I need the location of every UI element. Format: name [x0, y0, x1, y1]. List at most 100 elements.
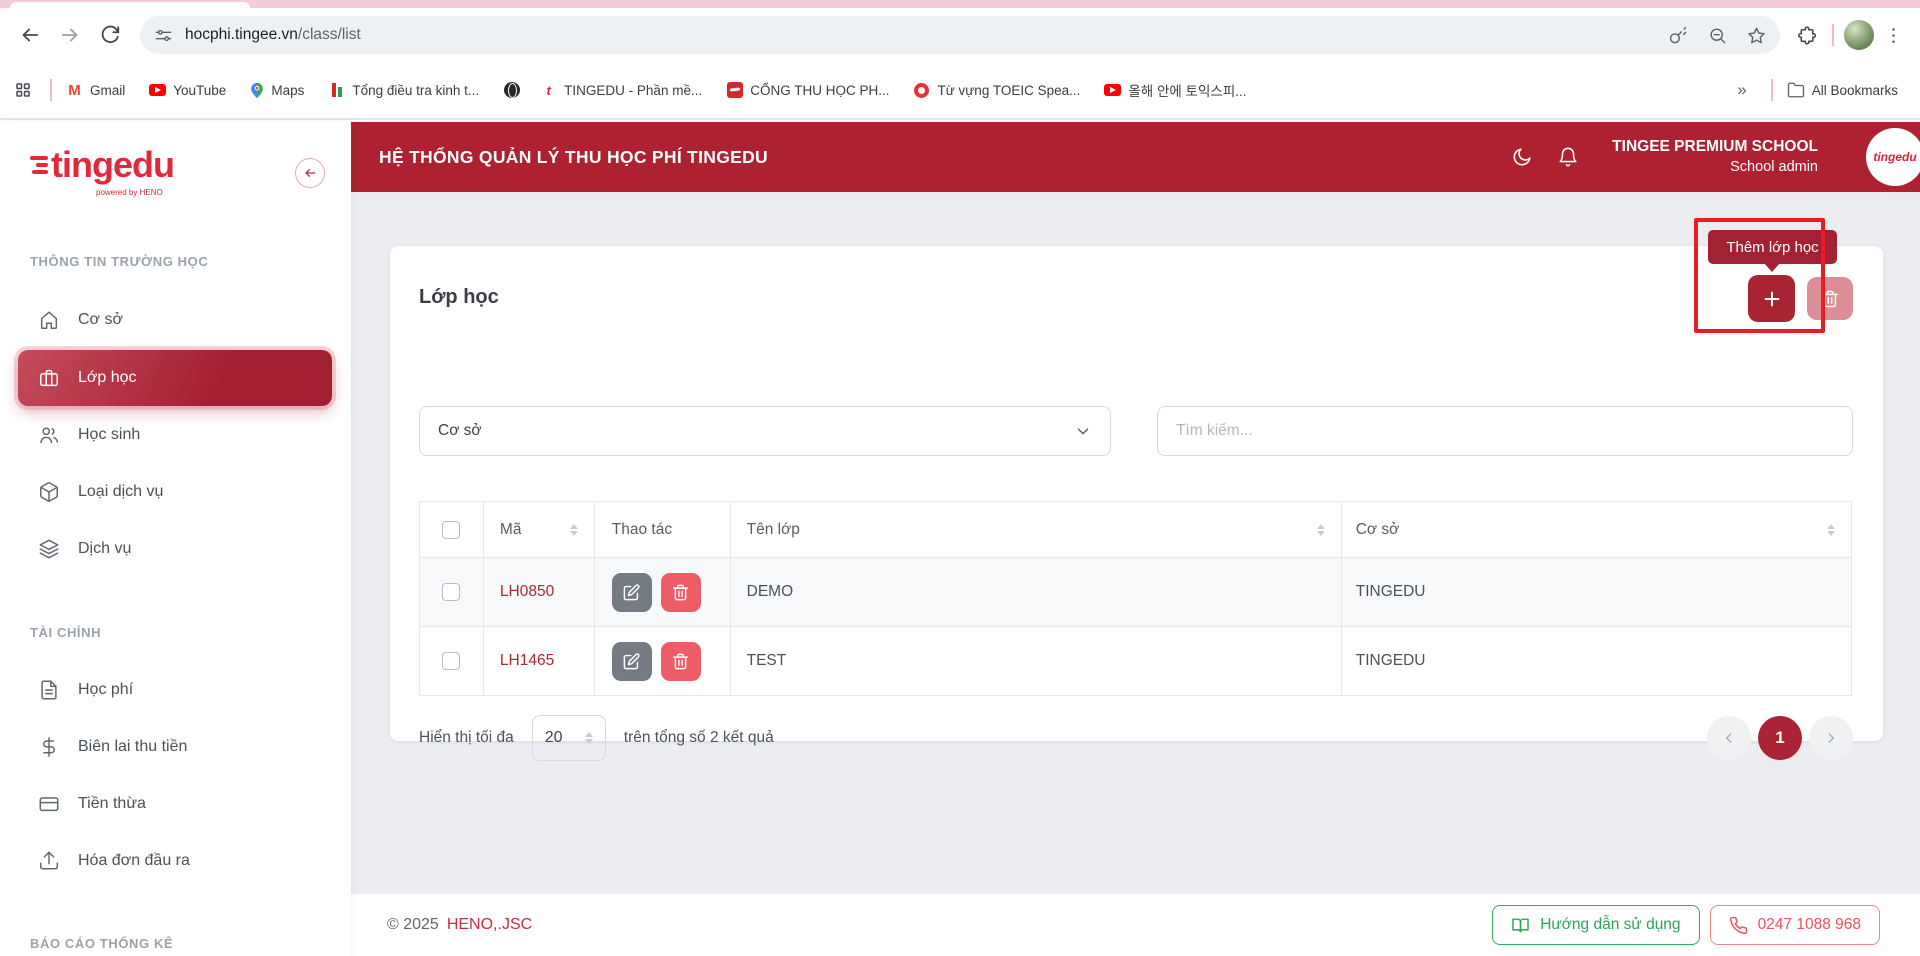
header-code[interactable]: Mã	[484, 502, 595, 557]
sidebar-item-loai-dich-vu[interactable]: Loại dịch vụ	[18, 466, 332, 518]
active-tab[interactable]	[10, 2, 250, 8]
sidebar-logo-row: tingedu powered by HENO	[0, 122, 351, 217]
url-bar[interactable]: hocphi.tingee.vn/class/list	[140, 16, 1780, 54]
school-name: TINGEE PREMIUM SCHOOL	[1612, 137, 1818, 158]
bookmark-maps[interactable]: Maps	[250, 82, 304, 99]
bookmark-cong-thu[interactable]: CỔNG THU HỌC PH...	[726, 82, 889, 99]
all-bookmarks-button[interactable]: All Bookmarks	[1787, 81, 1898, 99]
bookmark-globe[interactable]	[503, 82, 520, 99]
header-branch[interactable]: Cơ sở	[1342, 502, 1851, 557]
user-guide-button[interactable]: Hướng dẫn sử dụng	[1492, 905, 1699, 945]
bookmark-label: Tổng điều tra kinh t...	[352, 83, 479, 98]
password-key-icon[interactable]	[1669, 26, 1688, 45]
profile-button[interactable]	[1842, 18, 1876, 52]
extensions-button[interactable]	[1790, 18, 1824, 52]
edit-button[interactable]	[612, 573, 652, 612]
dark-mode-button[interactable]	[1504, 139, 1540, 175]
bookmarks-overflow-button[interactable]: »	[1737, 80, 1746, 100]
section-label-reports: BÁO CÁO THỐNG KÊ	[30, 936, 173, 951]
reload-icon	[99, 24, 121, 46]
bookmark-korean[interactable]: 올해 안에 토익스피...	[1104, 80, 1246, 100]
branch-select-value: Cơ sở	[438, 422, 482, 440]
logo-text: tingedu	[51, 144, 174, 186]
branch-select[interactable]: Cơ sở	[419, 406, 1111, 456]
site-settings-icon[interactable]	[154, 26, 173, 45]
sidebar-item-label: Loại dịch vụ	[78, 483, 163, 501]
bookmark-star-icon[interactable]	[1747, 26, 1766, 45]
bookmark-youtube[interactable]: YouTube	[149, 82, 226, 99]
class-name-cell: TEST	[731, 627, 1342, 695]
copyright-text: © 2025	[387, 916, 439, 934]
sidebar-item-hoc-phi[interactable]: Học phí	[18, 664, 332, 716]
back-button[interactable]	[10, 15, 50, 55]
header-label: Cơ sở	[1356, 521, 1400, 539]
table-header-row: Mã Thao tác Tên lớp Cơ sở	[420, 502, 1851, 558]
forward-button[interactable]	[50, 15, 90, 55]
sidebar-collapse-button[interactable]	[295, 158, 325, 188]
header-label: Tên lớp	[747, 521, 800, 539]
bookmark-gmail[interactable]: M Gmail	[66, 82, 125, 99]
select-all-checkbox[interactable]	[442, 521, 460, 539]
sidebar-item-lop-hoc[interactable]: Lớp học	[18, 350, 332, 406]
row-checkbox[interactable]	[442, 583, 460, 601]
chevron-left-icon	[1721, 730, 1737, 746]
browser-menu-button[interactable]	[1876, 18, 1910, 52]
bell-icon	[1557, 146, 1579, 168]
zoom-out-icon[interactable]	[1708, 26, 1727, 45]
user-guide-label: Hướng dẫn sử dụng	[1540, 916, 1680, 934]
puzzle-icon	[1797, 25, 1818, 46]
sidebar-item-co-so[interactable]: Cơ sở	[18, 294, 332, 346]
class-code-link[interactable]: LH1465	[500, 652, 554, 670]
pagination-row: Hiển thị tối đa 20 trên tổng số 2 kết qu…	[419, 715, 1853, 761]
school-avatar[interactable]: tingedu	[1866, 128, 1920, 186]
row-checkbox[interactable]	[442, 652, 460, 670]
sidebar-item-bien-lai[interactable]: Biên lai thu tiền	[18, 721, 332, 773]
header-class-name[interactable]: Tên lớp	[731, 502, 1342, 557]
sidebar-item-dich-vu[interactable]: Dịch vụ	[18, 523, 332, 575]
sidebar-item-tien-thua[interactable]: Tiền thừa	[18, 778, 332, 830]
search-input[interactable]	[1157, 406, 1853, 456]
annotation-rectangle	[1694, 218, 1825, 333]
app-header: HỆ THỐNG QUẢN LÝ THU HỌC PHÍ TINGEDU TIN…	[351, 122, 1920, 192]
bookmark-toeic[interactable]: Từ vựng TOEIC Spea...	[913, 82, 1080, 99]
file-text-icon	[38, 679, 60, 701]
bookmark-label: Maps	[271, 83, 304, 98]
apps-button[interactable]	[14, 81, 32, 99]
delete-button[interactable]	[661, 642, 701, 681]
school-avatar-text: tingedu	[1873, 150, 1916, 164]
hotline-button[interactable]: 0247 1088 968	[1710, 905, 1880, 945]
arrow-left-icon	[302, 165, 318, 181]
main-content: Lớp học Cơ sở Mã Thao tác	[351, 192, 1920, 894]
page-size-selector[interactable]: 20	[532, 715, 606, 761]
company-link[interactable]: HENO,.JSC	[447, 916, 532, 934]
page-1-button[interactable]: 1	[1758, 716, 1802, 760]
moon-icon	[1511, 146, 1533, 168]
app-footer: © 2025 HENO,.JSC Hướng dẫn sử dụng 0247 …	[351, 894, 1920, 956]
sidebar-item-hoc-sinh[interactable]: Học sinh	[18, 409, 332, 461]
tingedu-logo[interactable]: tingedu	[30, 144, 174, 186]
bookmark-tingedu[interactable]: t TINGEDU - Phần mề...	[540, 82, 702, 99]
package-icon	[38, 481, 60, 503]
page-title: Lớp học	[419, 286, 499, 309]
tingee-square-icon	[726, 82, 743, 99]
edit-button[interactable]	[612, 642, 652, 681]
sidebar-item-label: Biên lai thu tiền	[78, 738, 187, 756]
sidebar-item-hoa-don[interactable]: Hóa đơn đầu ra	[18, 835, 332, 887]
reload-button[interactable]	[90, 15, 130, 55]
header-actions: Thao tác	[595, 502, 731, 557]
next-page-button[interactable]	[1809, 716, 1853, 760]
bookmark-label: 올해 안에 토익스피...	[1128, 80, 1246, 100]
account-info[interactable]: TINGEE PREMIUM SCHOOL School admin	[1612, 137, 1818, 177]
bookmark-gso[interactable]: Tổng điều tra kinh t...	[328, 83, 479, 98]
chevron-right-icon	[1823, 730, 1839, 746]
delete-button[interactable]	[661, 573, 701, 612]
bookmark-label: CỔNG THU HỌC PH...	[750, 83, 889, 98]
prev-page-button[interactable]	[1707, 716, 1751, 760]
url-path: /class/list	[298, 26, 361, 43]
toeic-ring-icon	[913, 82, 930, 99]
users-icon	[38, 424, 60, 446]
class-code-link[interactable]: LH0850	[500, 583, 554, 601]
url-text[interactable]: hocphi.tingee.vn/class/list	[185, 26, 1657, 44]
notifications-button[interactable]	[1550, 139, 1586, 175]
sidebar-item-label: Hóa đơn đầu ra	[78, 852, 190, 870]
